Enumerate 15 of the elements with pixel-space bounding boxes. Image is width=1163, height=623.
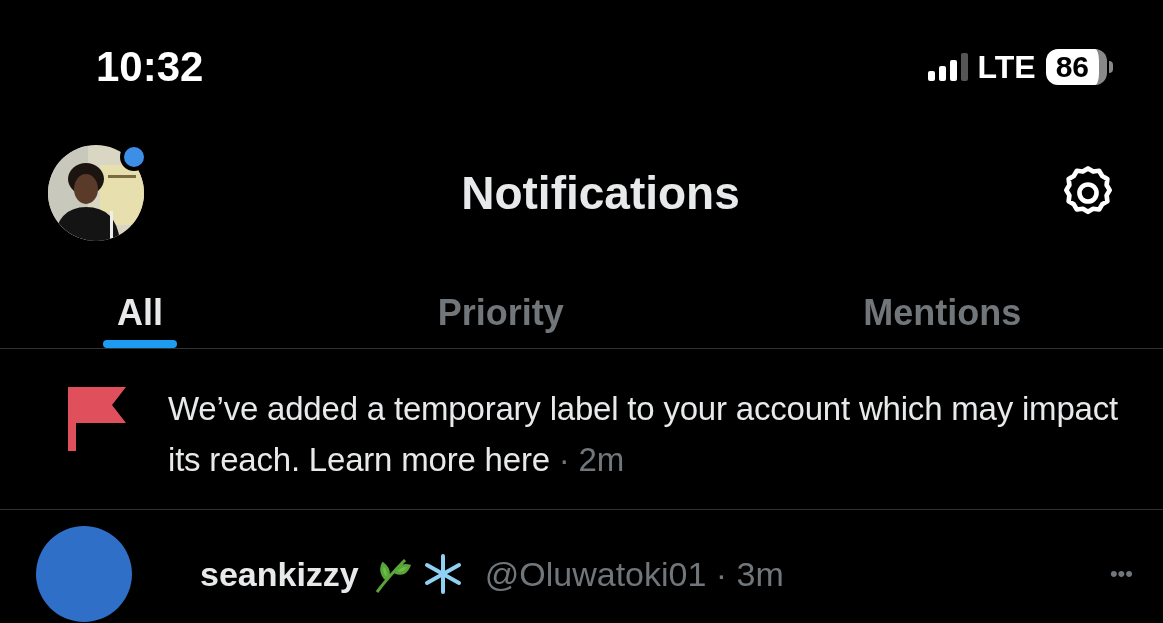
- user-handle: @Oluwatoki01 · 3m: [484, 554, 784, 594]
- snowflake-icon: [422, 554, 463, 594]
- clock-time: 10:32: [96, 43, 204, 91]
- learn-more-link[interactable]: Learn more here: [308, 441, 550, 478]
- page-title: Notifications: [461, 166, 740, 220]
- tab[interactable]: Priority: [280, 278, 722, 348]
- flag-icon: [68, 387, 128, 451]
- signal-icon: [927, 53, 968, 81]
- tab[interactable]: All: [0, 278, 280, 348]
- timestamp: · 2m: [558, 441, 624, 478]
- tab[interactable]: Mentions: [721, 278, 1163, 348]
- user-name: seankizzy: [200, 554, 359, 594]
- notice-text: We’ve added a temporary label to your account which may impact its reach. Learn more here · 2m: [168, 389, 1119, 480]
- more-icon[interactable]: •••: [1109, 561, 1133, 587]
- network-label: LTE: [977, 48, 1036, 86]
